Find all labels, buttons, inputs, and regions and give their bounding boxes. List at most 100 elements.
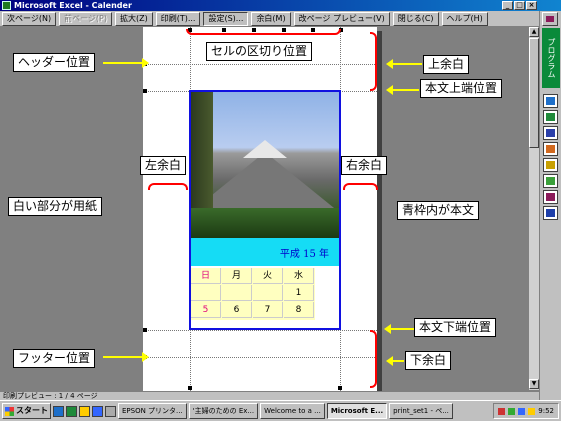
print-preview-toolbar: 次ページ(N) 前ページ(P) 拡大(Z) 印刷(T)... 設定(S)... …	[0, 11, 540, 27]
desktop-icon[interactable]	[92, 405, 103, 417]
setup-button[interactable]: 設定(S)...	[203, 12, 249, 26]
calendar-header-tue: 火	[253, 268, 283, 284]
maximize-button[interactable]: □	[514, 1, 525, 10]
calendar-header-sun: 日	[191, 268, 221, 284]
word-doc-icon[interactable]	[543, 126, 558, 140]
status-bar: 印刷プレビュー : 1 / 4 ページ	[0, 391, 539, 400]
prev-page-button[interactable]: 前ページ(P)	[59, 12, 112, 26]
close-button[interactable]: ×	[526, 1, 537, 10]
body-bottom-label: 本文下端位置	[414, 318, 497, 337]
bottom-margin-label: 下余白	[405, 351, 452, 370]
tray-icon[interactable]	[518, 407, 526, 415]
start-label: スタート	[16, 406, 48, 415]
mountain-shape	[191, 152, 339, 212]
margin-handle[interactable]	[143, 89, 147, 93]
margins-button[interactable]: 余白(M)	[251, 12, 291, 26]
scroll-up-arrow-icon[interactable]: ▲	[529, 27, 539, 37]
calendar-cell: 5	[191, 302, 221, 318]
mountain-photo	[191, 92, 339, 238]
title-bar: Microsoft Excel - Calender _ □ ×	[0, 0, 561, 11]
header-position-label: ヘッダー位置	[13, 53, 96, 72]
paper-label: 白い部分が用紙	[8, 197, 103, 216]
word-icon[interactable]	[543, 206, 558, 220]
margin-handle[interactable]	[143, 328, 147, 332]
taskbar: スタート EPSON プリンタ... '主婦のための Ex... Welcome…	[0, 400, 561, 421]
clock[interactable]: 9:52	[538, 404, 554, 418]
programs-panel-label[interactable]: プログラム	[542, 28, 560, 88]
help-button[interactable]: ヘルプ(H)	[441, 12, 488, 26]
excel-icon[interactable]	[543, 110, 558, 124]
era-band: 平成 15 年	[191, 238, 339, 266]
scroll-thumb[interactable]	[529, 38, 539, 148]
system-tray: 9:52	[493, 403, 559, 419]
tray-icon[interactable]	[508, 407, 516, 415]
next-page-button[interactable]: 次ページ(N)	[2, 12, 57, 26]
cell-divider-label: セルの区切り位置	[206, 42, 313, 61]
body-label: 青枠内が本文	[397, 201, 480, 220]
forest	[191, 208, 339, 238]
taskbar-task-welcome[interactable]: Welcome to a ...	[260, 403, 325, 419]
excel-quick-icon[interactable]	[66, 405, 77, 417]
explorer-quick-icon[interactable]	[105, 405, 116, 417]
access-icon[interactable]	[543, 190, 558, 204]
left-margin-label: 左余白	[140, 156, 187, 175]
paint-icon[interactable]	[543, 174, 558, 188]
folder-icon[interactable]	[79, 405, 90, 417]
scroll-down-arrow-icon[interactable]: ▼	[529, 379, 539, 389]
margin-handle[interactable]	[188, 386, 192, 390]
office-shortcut-bar: プログラム	[539, 11, 561, 400]
bottom-margin-guide-line[interactable]	[143, 330, 377, 331]
explorer-icon[interactable]	[543, 94, 558, 108]
taskbar-task-epson[interactable]: EPSON プリンタ...	[118, 403, 187, 419]
calendar-cell	[253, 285, 283, 301]
right-margin-label: 右余白	[341, 156, 388, 175]
print-button[interactable]: 印刷(T)...	[155, 12, 201, 26]
powerpoint-icon[interactable]	[543, 142, 558, 156]
calendar-cell: 7	[253, 302, 283, 318]
status-text: 印刷プレビュー : 1 / 4 ページ	[3, 392, 98, 400]
footer-guide-line[interactable]	[143, 357, 377, 358]
margin-handle[interactable]	[338, 386, 342, 390]
right-margin-brace	[343, 183, 378, 190]
header-guide-line[interactable]	[143, 64, 377, 65]
cell-divider-brace	[186, 29, 341, 35]
calendar-cell	[191, 285, 221, 301]
windows-logo-icon	[5, 406, 14, 416]
close-preview-button[interactable]: 閉じる(C)	[392, 12, 439, 26]
era-text: 平成 15 年	[279, 249, 329, 260]
window-controls: _ □ ×	[502, 1, 537, 10]
calendar-cell: 8	[284, 302, 314, 318]
taskbar-task-housewife[interactable]: '主婦のための Ex...	[188, 403, 259, 419]
body-area-frame: 平成 15 年 日 月 火 水 1 5 6 7 8	[189, 90, 341, 330]
calendar-table: 日 月 火 水 1 5 6 7 8	[191, 268, 315, 320]
excel-app-icon	[2, 1, 11, 10]
top-margin-brace	[370, 32, 377, 91]
taskbar-task-excel[interactable]: Microsoft E...	[326, 403, 388, 419]
body-top-arrow	[386, 85, 419, 95]
zoom-button[interactable]: 拡大(Z)	[114, 12, 153, 26]
footer-position-label: フッター位置	[13, 349, 96, 368]
bottom-margin-arrow	[386, 356, 404, 366]
calendar-cell	[222, 285, 252, 301]
office-bar-icon[interactable]	[542, 12, 558, 26]
calendar-cell: 6	[222, 302, 252, 318]
left-margin-brace	[148, 183, 188, 190]
outlook-icon[interactable]	[543, 158, 558, 172]
calendar-header-mon: 月	[222, 268, 252, 284]
vertical-scrollbar[interactable]: ▲ ▼	[528, 27, 539, 390]
taskbar-task-print-set[interactable]: print_set1 - ペ...	[389, 403, 453, 419]
volume-icon[interactable]	[528, 407, 536, 415]
tray-icon[interactable]	[498, 407, 506, 415]
body-top-label: 本文上端位置	[420, 79, 503, 98]
top-margin-label: 上余白	[423, 55, 470, 74]
page-break-preview-button[interactable]: 改ページ プレビュー(V)	[293, 12, 390, 26]
body-bottom-arrow	[384, 324, 414, 334]
top-margin-arrow	[386, 59, 422, 69]
footer-arrow	[103, 352, 149, 362]
minimize-button[interactable]: _	[502, 1, 513, 10]
start-button[interactable]: スタート	[2, 403, 51, 419]
bottom-margin-brace	[370, 330, 377, 388]
ie-icon[interactable]	[53, 405, 64, 417]
page-shadow	[377, 31, 382, 393]
window-title: Microsoft Excel - Calender	[14, 1, 132, 10]
